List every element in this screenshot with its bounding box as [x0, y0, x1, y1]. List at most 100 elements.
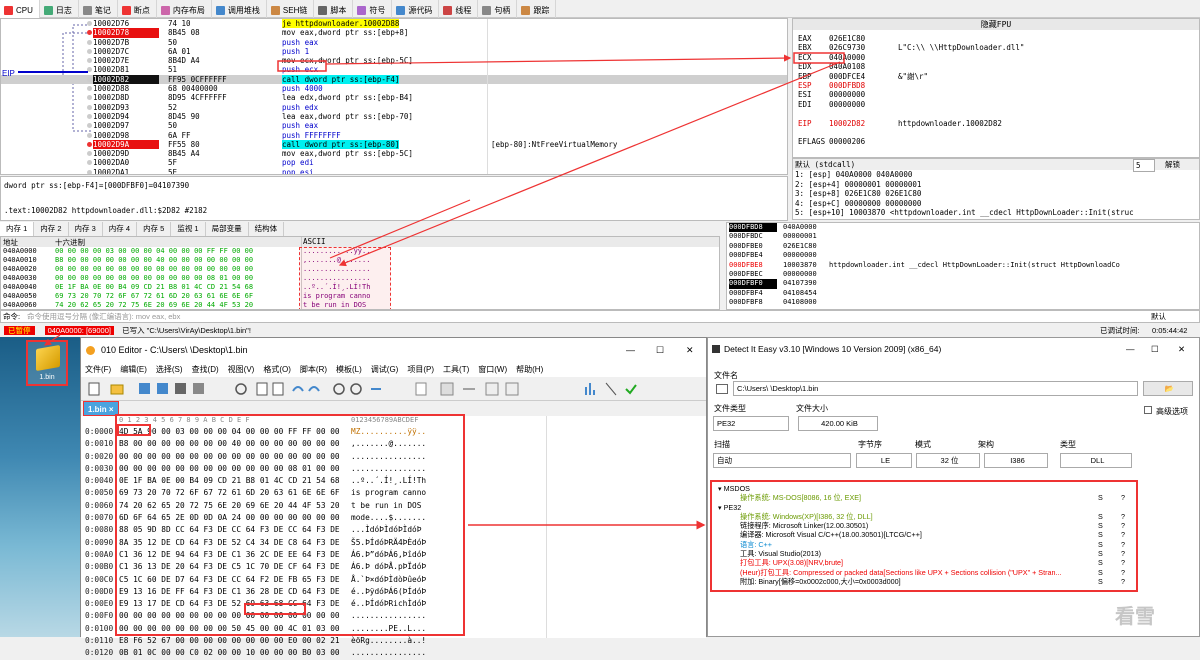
stack-row[interactable]: 000DFBF0 04107390	[727, 279, 1199, 289]
call-arg-row[interactable]: 5: [esp+10] 10003870 <httpdownloader.int…	[793, 208, 1199, 218]
disasm-row[interactable]: 10002DA1 5E pop esi	[1, 168, 787, 174]
breakpoint-gutter[interactable]	[87, 160, 92, 166]
dump-tab[interactable]: 局部变量	[206, 222, 249, 236]
register-row[interactable]: EBP 000DFCE4 &"謝\r"	[793, 72, 1199, 81]
editor-menu-item[interactable]: 帮助(H)	[516, 362, 543, 377]
disasm-row[interactable]: 10002D88 68 00400000 push 4000	[1, 84, 787, 93]
detection-row[interactable]: ▾ PE32	[716, 503, 1136, 512]
stack-row[interactable]: 000DFBF8 04108000	[727, 298, 1199, 307]
info-button[interactable]: ?	[1121, 512, 1125, 521]
disasm-row[interactable]: 10002D93 52 push edx	[1, 103, 787, 112]
register-value[interactable]: 026C9730	[829, 43, 889, 52]
stack-row[interactable]: 000DFBE4 00000000	[727, 251, 1199, 260]
disasm-row[interactable]: 10002D82 FF95 0CFFFFFF call dword ptr ss:[…	[1, 74, 787, 85]
breakpoint-gutter[interactable]	[87, 30, 92, 36]
debugger-tab-6[interactable]: SEH链	[267, 0, 315, 18]
stack-row[interactable]: 000DFBEC 00000000	[727, 270, 1199, 279]
detection-row[interactable]: 链接程序: Microsoft Linker(12.00.30501) S?	[716, 521, 1136, 530]
register-value[interactable]: 040A0000	[829, 53, 889, 62]
detection-row[interactable]: 编译器: Microsoft Visual C/C++(18.00.30501)…	[716, 530, 1136, 539]
info-button[interactable]: ?	[1121, 577, 1125, 586]
file-type-select[interactable]: PE32	[713, 416, 789, 431]
debugger-tab-9[interactable]: 源代码	[392, 0, 440, 18]
debugger-tab-12[interactable]: 跟踪	[517, 0, 557, 18]
register-value[interactable]: 00000000	[829, 90, 889, 99]
open-folder-button[interactable]: 📂	[1143, 381, 1193, 396]
register-row[interactable]: EIP 10002D82 httpdownloader.10002D82	[793, 119, 1199, 128]
scan-select[interactable]: 自动	[713, 453, 851, 468]
detection-row[interactable]: (Heur)打包工具: Compressed or packed data[Se…	[716, 568, 1136, 577]
desktop-file-icon[interactable]: 1.bin	[26, 340, 68, 386]
breakpoint-gutter[interactable]	[87, 123, 92, 129]
breakpoint-gutter[interactable]	[87, 113, 92, 119]
dump-tab[interactable]: 内存 1	[0, 222, 35, 236]
stack-row[interactable]: 000DFBE0 026E1C80	[727, 242, 1199, 251]
register-row[interactable]: ECX 040A0000	[793, 53, 1199, 62]
register-value[interactable]: 000DFCE4	[829, 72, 889, 81]
breakpoint-gutter[interactable]	[87, 48, 92, 54]
editor-menu-item[interactable]: 查找(D)	[192, 362, 219, 377]
registers-panel[interactable]: 隐藏FPU EAX 026E1C80 EBX 026C9730 L"C:\\ \\Htt…	[792, 18, 1200, 158]
stack-view[interactable]: 000DFBD8 040A0000 000DFBDC 00000001 000DFBE0…	[726, 222, 1200, 310]
detection-row[interactable]: 工具: Visual Studio(2013) S?	[716, 549, 1136, 558]
debugger-tab-5[interactable]: 调用堆栈	[212, 0, 267, 18]
register-row[interactable]	[793, 109, 1199, 118]
editor-menu-item[interactable]: 文件(F)	[85, 362, 111, 377]
debugger-tab-1[interactable]: 日志	[40, 0, 79, 18]
advanced-checkbox[interactable]	[1144, 406, 1152, 414]
signature-button[interactable]: S	[1098, 521, 1103, 530]
debugger-tab-10[interactable]: 线程	[439, 0, 479, 18]
editor-menu-item[interactable]: 选择(S)	[156, 362, 183, 377]
fpu-toggle[interactable]: 隐藏FPU	[793, 19, 1199, 30]
dump-tab[interactable]: 监视 1	[171, 222, 206, 236]
info-button[interactable]: ?	[1121, 530, 1125, 539]
file-tab[interactable]: 1.bin ×	[83, 401, 119, 416]
editor-menu-item[interactable]: 视图(V)	[228, 362, 255, 377]
disasm-row[interactable]: 10002D7E 8B4D A4 mov ecx,dword ptr ss:[ebp…	[1, 56, 787, 65]
register-row[interactable]: EAX 026E1C80	[793, 34, 1199, 43]
register-row[interactable]: ESP 000DFBD8	[793, 81, 1199, 90]
disasm-row[interactable]: 10002D81 51 push ecx	[1, 65, 787, 74]
disasm-row[interactable]: 10002D98 6A FF push FFFFFFFF	[1, 131, 787, 140]
stack-row[interactable]: 000DFBDC 00000001	[727, 232, 1199, 241]
call-args-panel[interactable]: 默认 (stdcall) 5 解锁 1: [esp] 040A0000 040A…	[792, 158, 1200, 220]
debugger-tab-3[interactable]: 断点	[118, 0, 157, 18]
breakpoint-gutter[interactable]	[87, 132, 92, 138]
disasm-row[interactable]: 10002D94 8D45 90 lea eax,dword ptr ss:[ebp…	[1, 112, 787, 121]
info-button[interactable]: ?	[1121, 493, 1125, 502]
memory-dump[interactable]: 地址 十六进制 ASCII 040A0000 00 00 00 00 03 00 …	[0, 236, 720, 310]
info-button[interactable]: ?	[1121, 540, 1125, 549]
editor-menu-item[interactable]: 调试(G)	[371, 362, 399, 377]
info-button[interactable]: ?	[1121, 521, 1125, 530]
dump-tab[interactable]: 内存 2	[34, 222, 69, 236]
disasm-row[interactable]: 10002D7C 6A 01 push 1	[1, 47, 787, 56]
stack-row[interactable]: 000DFBF4 04108454	[727, 289, 1199, 298]
signature-button[interactable]: S	[1098, 493, 1103, 502]
detection-row[interactable]: ▾ MSDOS	[716, 484, 1136, 493]
editor-menu-item[interactable]: 格式(O)	[263, 362, 291, 377]
register-row[interactable]: EDI 00000000	[793, 100, 1199, 109]
die-maximize-button[interactable]: ☐	[1151, 338, 1159, 360]
debugger-tab-8[interactable]: 符号	[353, 0, 393, 18]
signature-button[interactable]: S	[1098, 568, 1103, 577]
disasm-row[interactable]: 10002D8D 8D95 4CFFFFFF lea edx,dword ptr s…	[1, 93, 787, 102]
debugger-tab-11[interactable]: 句柄	[478, 0, 518, 18]
signature-button[interactable]: S	[1098, 530, 1103, 539]
disasm-row[interactable]: 10002D76 74 10 je httpdownloader.10002D88	[1, 19, 787, 29]
die-minimize-button[interactable]: —	[1126, 338, 1135, 360]
editor-menu-item[interactable]: 工具(T)	[443, 362, 469, 377]
dump-tab[interactable]: 内存 4	[103, 222, 138, 236]
breakpoint-gutter[interactable]	[87, 39, 92, 45]
args-unlock-checkbox[interactable]: 解锁	[1165, 159, 1180, 170]
detection-row[interactable]: 打包工具: UPX(3.08)[NRV,brute] S?	[716, 558, 1136, 567]
disasm-row[interactable]: 10002D9A FF55 80 call dword ptr ss:[ebp-80…	[1, 139, 787, 150]
detection-row[interactable]: 操作系统: Windows(XP)[I386, 32 位, DLL] S?	[716, 512, 1136, 521]
editor-menu-item[interactable]: 编辑(E)	[120, 362, 147, 377]
register-value[interactable]: 026E1C80	[829, 34, 889, 43]
register-row[interactable]	[793, 128, 1199, 137]
signature-button[interactable]: S	[1098, 577, 1103, 586]
breakpoint-gutter[interactable]	[87, 21, 92, 26]
die-close-button[interactable]: ✕	[1178, 338, 1185, 360]
call-arg-row[interactable]: 3: [esp+8] 026E1C80 026E1C80	[793, 189, 1199, 199]
disassembly-view[interactable]: 10002D76 74 10 je httpdownloader.10002D88 1…	[0, 18, 788, 175]
